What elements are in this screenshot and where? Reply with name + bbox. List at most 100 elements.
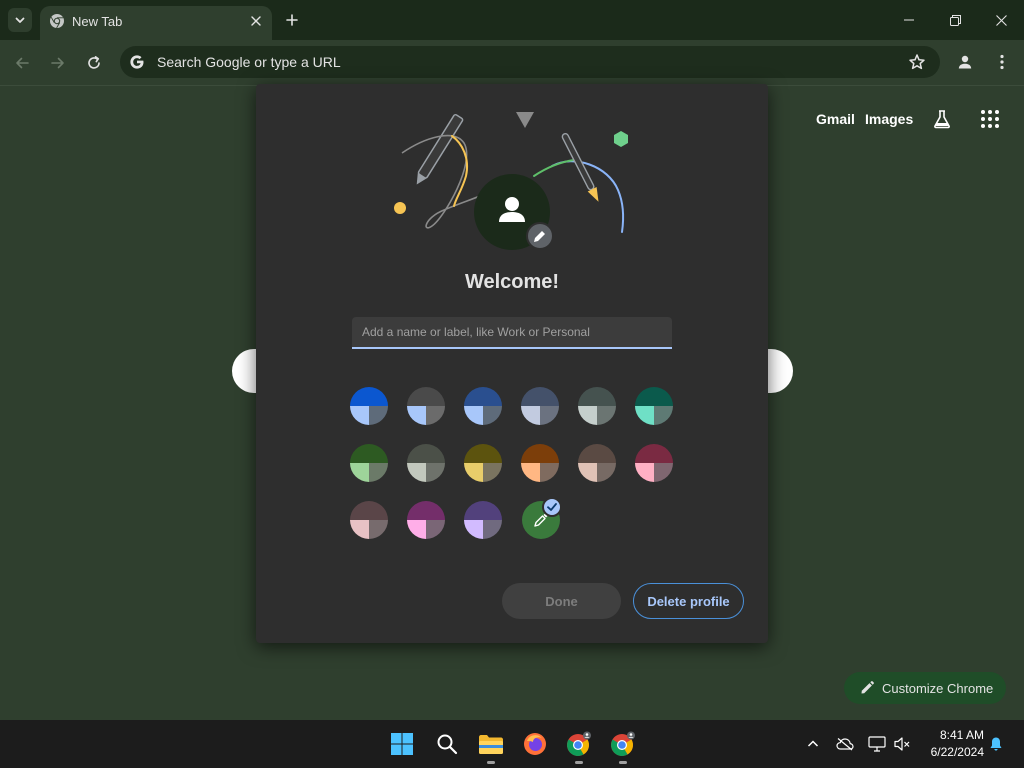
color-swatch[interactable] [407,387,445,425]
gmail-link[interactable]: Gmail [816,111,855,127]
profile-customization-dialog: Welcome! Done Delete profile [256,84,768,643]
triangle-shape [516,112,534,128]
swatch-secondary [521,463,540,482]
chrome-profile-1-indicator [575,761,583,764]
profile-name-input[interactable] [352,317,672,349]
swatch-tertiary [597,406,616,425]
new-tab-button[interactable] [281,9,303,31]
swatch-secondary [407,520,426,539]
browser-toolbar: Search Google or type a URL [0,40,1024,86]
color-swatch[interactable] [578,387,616,425]
volume-muted-icon [894,737,910,751]
swatch-tertiary [483,406,502,425]
active-tab[interactable]: New Tab [40,6,272,40]
swatch-primary [407,501,445,520]
swatch-primary [464,501,502,520]
restore-icon [949,14,961,26]
color-swatch[interactable] [464,501,502,539]
color-swatch[interactable] [407,444,445,482]
swatch-secondary [350,406,369,425]
cloud-offline-icon [836,738,854,751]
reload-button[interactable] [82,51,106,75]
color-swatch[interactable] [407,501,445,539]
volume-tray-button[interactable] [892,734,912,754]
tab-search-button[interactable] [8,8,32,32]
chrome-profile-2-button[interactable] [610,731,636,757]
windows-taskbar: 8:41 AM 6/22/2024 [0,720,1024,768]
more-vert-icon [1000,54,1004,70]
minimize-button[interactable] [886,0,932,40]
images-link[interactable]: Images [865,111,913,127]
swatch-secondary [350,520,369,539]
color-swatch[interactable] [521,444,559,482]
swatch-secondary [407,406,426,425]
color-swatch[interactable] [350,387,388,425]
file-explorer-button[interactable] [478,731,504,757]
pencil-icon [861,681,874,694]
firefox-button[interactable] [522,731,548,757]
tab-strip: New Tab [0,0,1024,40]
chrome-profile-1-button[interactable] [566,731,592,757]
search-icon [437,734,458,755]
hexagon-shape [614,131,628,147]
tab-close-button[interactable] [248,13,264,29]
swatch-tertiary [426,463,445,482]
minimize-icon [904,19,914,21]
swatch-primary [407,387,445,406]
color-swatch[interactable] [635,444,673,482]
swatch-primary [350,444,388,463]
clock-time[interactable]: 8:41 AM [926,728,984,742]
customize-chrome-button[interactable]: Customize Chrome [844,672,1006,704]
welcome-illustration [394,112,628,250]
chevron-down-icon [15,17,25,23]
done-button[interactable]: Done [502,583,621,619]
google-g-icon [130,55,144,69]
chrome-menu-button[interactable] [992,51,1012,73]
swatch-primary [635,387,673,406]
apps-grid-icon[interactable] [979,108,1001,130]
notifications-button[interactable] [986,734,1006,754]
swatch-tertiary [483,520,502,539]
yellow-dot [394,202,406,214]
delete-profile-button[interactable]: Delete profile [633,583,744,619]
omnibox-text: Search Google or type a URL [157,54,341,70]
swatch-primary [578,387,616,406]
file-explorer-indicator [487,761,495,764]
show-hidden-icons-button[interactable] [803,734,823,754]
clock-date[interactable]: 6/22/2024 [914,745,984,759]
network-icon [868,736,886,752]
star-icon[interactable] [908,53,926,71]
back-button[interactable] [10,51,34,75]
color-swatch[interactable] [350,444,388,482]
swatch-primary [407,444,445,463]
swatch-tertiary [540,406,559,425]
close-icon [995,14,1007,26]
color-swatch[interactable] [635,387,673,425]
onedrive-tray-button[interactable] [835,734,855,754]
swatch-tertiary [654,406,673,425]
bell-icon [990,737,1002,751]
swatch-secondary [578,463,597,482]
profile-button[interactable] [954,51,976,73]
color-swatch[interactable] [578,444,616,482]
swatch-secondary [578,406,597,425]
labs-flask-icon[interactable] [931,108,953,130]
close-window-button[interactable] [978,0,1024,40]
color-swatch[interactable] [350,501,388,539]
start-button[interactable] [389,731,415,757]
swatch-primary [464,444,502,463]
omnibox[interactable]: Search Google or type a URL [120,46,940,78]
restore-button[interactable] [932,0,978,40]
swatch-secondary [464,406,483,425]
forward-button[interactable] [46,51,70,75]
color-swatch[interactable] [464,387,502,425]
taskbar-search-button[interactable] [434,731,460,757]
color-swatch[interactable] [521,387,559,425]
welcome-heading: Welcome! [464,271,560,293]
swatch-tertiary [426,520,445,539]
swatch-primary [350,387,388,406]
customize-chrome-label: Customize Chrome [882,680,994,696]
network-tray-button[interactable] [867,734,887,754]
swatch-secondary [407,463,426,482]
color-swatch[interactable] [464,444,502,482]
